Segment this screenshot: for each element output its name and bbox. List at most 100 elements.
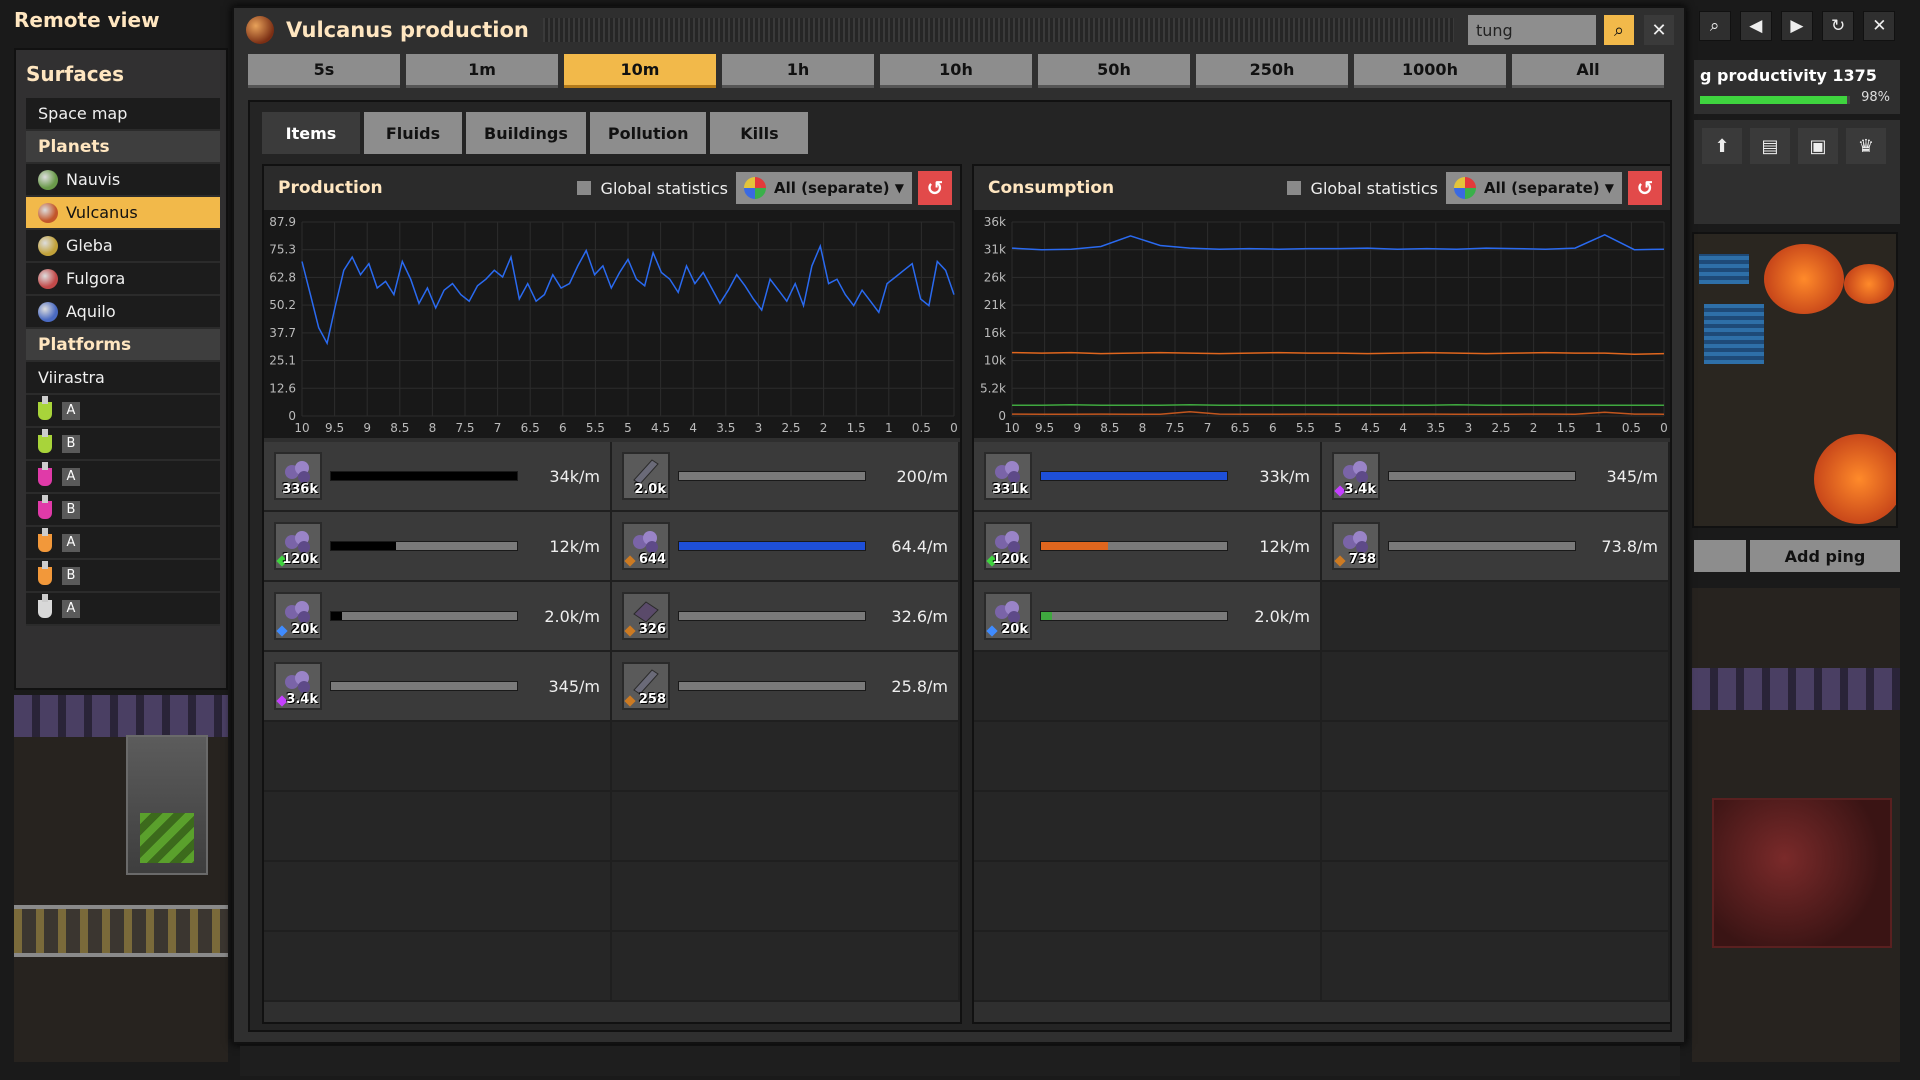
add-ping-button[interactable]: Add ping [1750, 540, 1900, 572]
rate-bar [330, 471, 518, 481]
item-entry[interactable]: 336k 34k/m [264, 442, 612, 510]
planet-item-nauvis[interactable]: Nauvis [26, 164, 220, 197]
tab-buildings[interactable]: Buildings [466, 112, 586, 154]
platform-item[interactable]: B [26, 494, 220, 527]
item-entry[interactable]: 120k 12k/m [974, 512, 1322, 580]
planet-item-fulgora[interactable]: Fulgora [26, 263, 220, 296]
time-range-1m[interactable]: 1m [406, 54, 558, 88]
item-entry[interactable]: 331k 33k/m [974, 442, 1322, 510]
close-icon[interactable]: ✕ [1863, 11, 1896, 41]
space-map-item[interactable]: Space map [26, 98, 220, 131]
window-title: Vulcanus production [286, 18, 529, 42]
reset-icon[interactable]: ↺ [918, 171, 952, 205]
quality-icon [1334, 555, 1346, 567]
search-icon[interactable]: ⌕ [1604, 15, 1634, 45]
tab-items[interactable]: Items [262, 112, 360, 154]
time-range-1000h[interactable]: 1000h [1354, 54, 1506, 88]
time-range-50h[interactable]: 50h [1038, 54, 1190, 88]
time-range-250h[interactable]: 250h [1196, 54, 1348, 88]
research-progress[interactable]: g productivity 1375 98% [1694, 60, 1900, 114]
upload-icon[interactable]: ⬆ [1702, 128, 1742, 164]
item-entry[interactable]: 326 32.6/m [612, 582, 960, 650]
platforms-header: Platforms [26, 329, 220, 362]
planet-item-vulcanus[interactable]: Vulcanus [26, 197, 220, 230]
science-flask-icon [38, 527, 52, 552]
item-button[interactable]: 326 [622, 592, 670, 640]
item-entry[interactable]: 2.0k 200/m [612, 442, 960, 510]
global-statistics-checkbox[interactable] [1286, 181, 1301, 195]
close-icon[interactable]: ✕ [1644, 15, 1674, 45]
item-amount: 20k [291, 622, 318, 637]
refresh-icon[interactable]: ↻ [1822, 11, 1855, 41]
item-button[interactable]: 3.4k [274, 662, 322, 710]
platform-item[interactable]: A [26, 461, 220, 494]
item-entry[interactable]: 120k 12k/m [264, 512, 612, 580]
empty-cell [974, 652, 1322, 720]
ping-side-button[interactable] [1694, 540, 1746, 572]
back-icon[interactable]: ◀ [1739, 11, 1772, 41]
quality-dropdown[interactable]: All (separate) ▼ [736, 172, 912, 204]
time-range-all[interactable]: All [1512, 54, 1664, 88]
item-button[interactable]: 738 [1332, 522, 1380, 570]
x-tick-label: 4.5 [1361, 421, 1380, 435]
drag-handle[interactable] [542, 18, 1454, 42]
item-button[interactable]: 258 [622, 662, 670, 710]
tab-fluids[interactable]: Fluids [364, 112, 462, 154]
item-button[interactable]: 120k [984, 522, 1032, 570]
item-button[interactable]: 2.0k [622, 452, 670, 500]
forward-icon[interactable]: ▶ [1780, 11, 1813, 41]
x-tick-label: 5 [624, 421, 632, 435]
rate-bar [1040, 611, 1228, 621]
platform-item[interactable]: B [26, 428, 220, 461]
item-entry[interactable]: 20k 2.0k/m [974, 582, 1322, 650]
trophy-icon[interactable]: ♛ [1846, 128, 1886, 164]
item-entry[interactable]: 258 25.8/m [612, 652, 960, 720]
tab-pollution[interactable]: Pollution [589, 112, 707, 154]
time-range-10m[interactable]: 10m [564, 54, 716, 88]
consumption-graph: 36k 31k 26k 21k 16k 10k 5.2k 0 10 9.5 9 8.5 8 7.5 7 6.5… [974, 210, 1670, 438]
item-entry[interactable]: 644 64.4/m [612, 512, 960, 580]
search-input[interactable] [1468, 15, 1596, 45]
item-button[interactable]: 336k [274, 452, 322, 500]
time-range-1h[interactable]: 1h [722, 54, 874, 88]
x-tick-label: 10 [294, 421, 309, 435]
time-range-10h[interactable]: 10h [880, 54, 1032, 88]
reset-icon[interactable]: ↺ [1628, 171, 1662, 205]
lava-pool [1814, 434, 1896, 524]
item-entry[interactable]: 3.4k 345/m [264, 652, 612, 720]
minimap[interactable] [1692, 232, 1898, 528]
planet-item-aquilo[interactable]: Aquilo [26, 296, 220, 329]
platform-group[interactable]: Viirastra [26, 362, 220, 395]
item-button[interactable]: 331k [984, 452, 1032, 500]
item-entry[interactable]: 20k 2.0k/m [264, 582, 612, 650]
table-row: 120k 12k/m 644 64.4/m [264, 512, 960, 582]
planet-item-gleba[interactable]: Gleba [26, 230, 220, 263]
item-button[interactable]: 3.4k [1332, 452, 1380, 500]
item-entry[interactable]: 738 73.8/m [1322, 512, 1670, 580]
platform-item[interactable]: A [26, 593, 220, 626]
platform-item[interactable]: B [26, 560, 220, 593]
train-icon[interactable]: ▣ [1798, 128, 1838, 164]
item-button[interactable]: 644 [622, 522, 670, 570]
rate-bar [678, 541, 866, 551]
global-statistics-checkbox[interactable] [576, 181, 591, 195]
item-button[interactable]: 120k [274, 522, 322, 570]
x-tick-label: 5.5 [586, 421, 605, 435]
empty-row [264, 722, 960, 792]
item-button[interactable]: 20k [274, 592, 322, 640]
rate-bar-fill [1041, 612, 1053, 620]
platform-item[interactable]: A [26, 395, 220, 428]
tab-kills[interactable]: Kills [710, 112, 809, 154]
quality-dropdown[interactable]: All (separate) ▼ [1446, 172, 1622, 204]
x-tick-label: 3.5 [716, 421, 735, 435]
search-icon[interactable]: ⌕ [1698, 11, 1731, 41]
item-entry[interactable]: 3.4k 345/m [1322, 442, 1670, 510]
time-range-5s[interactable]: 5s [248, 54, 400, 88]
empty-row [974, 722, 1670, 792]
item-button[interactable]: 20k [984, 592, 1032, 640]
series-line [1012, 404, 1664, 407]
category-tabs: Items Fluids Buildings Pollution Kills [262, 112, 812, 154]
book-icon[interactable]: ▤ [1750, 128, 1790, 164]
x-tick-label: 1.5 [847, 421, 866, 435]
platform-item[interactable]: A [26, 527, 220, 560]
